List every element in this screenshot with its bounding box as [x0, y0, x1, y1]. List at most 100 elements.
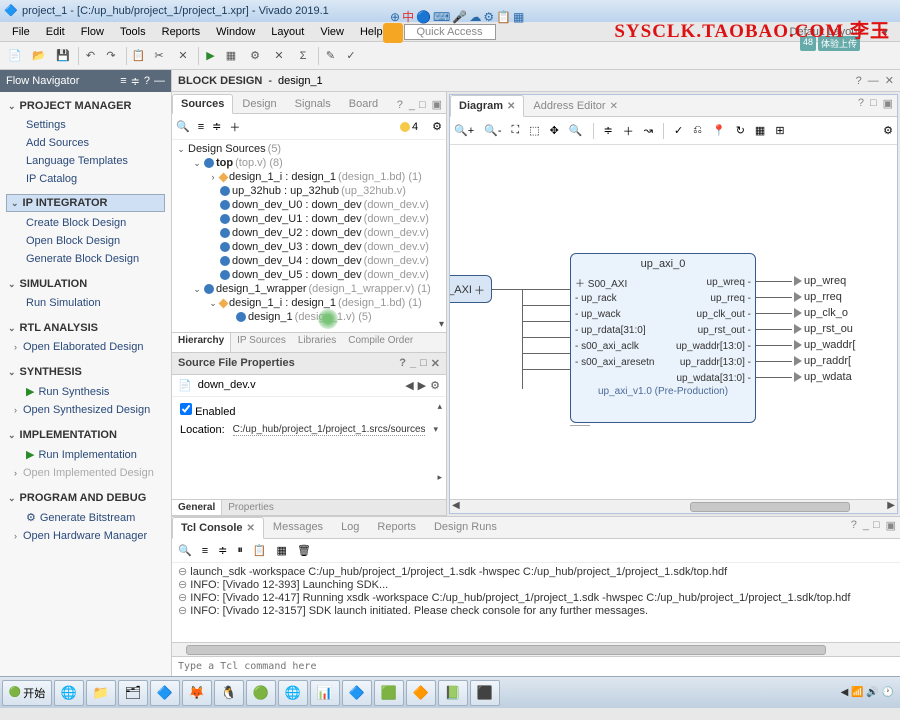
tab-design-runs[interactable]: Design Runs — [425, 517, 506, 539]
port-right[interactable]: up_clk_out - — [663, 306, 755, 322]
menu-window[interactable]: Window — [208, 26, 263, 38]
tree-row[interactable]: design_1 (design_1.v) (5) — [172, 310, 446, 324]
fn-section-header[interactable]: ⌄IP INTEGRATOR — [6, 194, 165, 212]
align-icon[interactable]: ≑ — [604, 124, 613, 137]
copy-button[interactable]: 📋 — [126, 47, 144, 65]
tab-address-editor[interactable]: Address Editor✕ — [524, 95, 627, 117]
redo-button[interactable]: ↷ — [102, 47, 120, 65]
taskbar-app[interactable]: 🔷 — [342, 680, 372, 706]
port-right[interactable]: up_wreq - — [663, 274, 755, 290]
fn-item[interactable]: ›Open Hardware Manager — [2, 527, 169, 545]
port-left[interactable]: - up_rack — [571, 290, 663, 306]
external-port[interactable]: up_clk_o — [794, 307, 848, 319]
fn-item[interactable]: ›Open Elaborated Design — [2, 338, 169, 356]
tree-row[interactable]: ⌄design_1_wrapper (design_1_wrapper.v) (… — [172, 282, 446, 296]
zoom-out-icon[interactable]: 🔍- — [484, 124, 501, 137]
system-tray[interactable]: ◀ 📶 🔊 🕐 — [841, 687, 898, 698]
fn-section-header[interactable]: ⌄PROJECT MANAGER — [2, 96, 169, 116]
run-button[interactable]: ▶ — [198, 47, 216, 65]
close-icon[interactable]: ▣ — [879, 95, 897, 116]
port-left[interactable]: - s00_axi_aclk — [571, 338, 663, 354]
tcl-prompt-input[interactable] — [172, 657, 900, 676]
highlight-button[interactable]: ✎ — [318, 47, 336, 65]
stop-button[interactable]: ▦ — [222, 47, 240, 65]
summary-button[interactable]: Σ — [294, 47, 312, 65]
external-port[interactable]: up_raddr[ — [794, 355, 851, 367]
subtab-libraries[interactable]: Libraries — [292, 333, 342, 352]
search-icon[interactable]: 🔍 — [176, 120, 190, 133]
subtab-general[interactable]: General — [172, 500, 222, 515]
cut-button[interactable]: ✂ — [150, 47, 168, 65]
external-port[interactable]: up_waddr[ — [794, 339, 855, 351]
tab-diagram[interactable]: Diagram✕ — [450, 95, 524, 117]
minimize-icon[interactable]: — — [868, 75, 879, 87]
taskbar-app[interactable]: 🌐 — [278, 680, 308, 706]
location-field[interactable] — [233, 424, 426, 436]
menu-reports[interactable]: Reports — [154, 26, 209, 38]
tree-row[interactable]: ⌄design_1_i : design_1 (design_1.bd) (1) — [172, 296, 446, 310]
close-icon[interactable]: ✕ — [431, 357, 440, 370]
pan-icon[interactable]: ✥ — [550, 124, 559, 137]
external-port[interactable]: up_wreq — [794, 275, 846, 287]
menu-flow[interactable]: Flow — [73, 26, 112, 38]
fn-item[interactable]: Create Block Design — [2, 214, 169, 232]
regenerate-icon[interactable]: ⎌ — [693, 124, 702, 137]
tab-design[interactable]: Design — [233, 94, 285, 114]
port-right[interactable]: up_wdata[31:0] - — [663, 370, 755, 386]
search-icon[interactable]: 🔍 — [178, 544, 192, 557]
taskbar-app[interactable]: 🌐 — [54, 680, 84, 706]
undo-button[interactable]: ↶ — [78, 47, 96, 65]
tree-row[interactable]: up_32hub : up_32hub (up_32hub.v) — [172, 184, 446, 198]
gear-icon[interactable]: ⚙ — [883, 124, 893, 137]
port-right[interactable]: up_rreq - — [663, 290, 755, 306]
port-right[interactable]: up_raddr[13:0] - — [663, 354, 755, 370]
fn-item[interactable]: ›Open Synthesized Design — [2, 401, 169, 419]
tcl-console-output[interactable]: ⊖ launch_sdk -workspace C:/up_hub/projec… — [172, 563, 900, 642]
collapse-icon[interactable]: ≑ — [212, 120, 221, 133]
menu-view[interactable]: View — [312, 26, 352, 38]
select-icon[interactable]: ⬚ — [529, 124, 539, 137]
dropdown-icon[interactable]: ▾ — [433, 424, 438, 436]
taskbar-app[interactable]: 🐧 — [214, 680, 244, 706]
gear-icon[interactable]: ⚙ — [432, 120, 442, 133]
tree-row[interactable]: down_dev_U4 : down_dev (down_dev.v) — [172, 254, 446, 268]
minimize-icon[interactable]: _ — [861, 517, 871, 538]
tab-reports[interactable]: Reports — [368, 517, 425, 539]
warning-count[interactable]: 4 — [412, 121, 418, 133]
taskbar-app[interactable]: ⬛ — [470, 680, 500, 706]
fn-item[interactable]: Language Templates — [2, 152, 169, 170]
fn-section-header[interactable]: ⌄SYNTHESIS — [2, 362, 169, 382]
menu-edit[interactable]: Edit — [38, 26, 73, 38]
pin-icon[interactable]: 📍 — [712, 124, 726, 137]
help-icon[interactable]: ? — [847, 517, 861, 538]
new-button[interactable]: 📄 — [6, 47, 24, 65]
external-port[interactable]: up_rst_ou — [794, 323, 853, 335]
tree-row[interactable]: down_dev_U2 : down_dev (down_dev.v) — [172, 226, 446, 240]
fn-item[interactable]: ›Open Implemented Design — [2, 464, 169, 482]
tab-signals[interactable]: Signals — [286, 94, 340, 114]
taskbar-app[interactable]: 📊 — [310, 680, 340, 706]
search-icon[interactable]: 🔍 — [569, 124, 583, 137]
open-button[interactable]: 📂 — [30, 47, 48, 65]
port-right[interactable]: up_rst_out - — [663, 322, 755, 338]
fn-item[interactable]: Run Simulation — [2, 294, 169, 312]
validate-icon[interactable]: ✓ — [674, 124, 683, 137]
enabled-checkbox[interactable]: Enabled — [180, 406, 235, 418]
cancel-button[interactable]: ✕ — [270, 47, 288, 65]
taskbar-app[interactable]: 📁 — [86, 680, 116, 706]
scroll-up-icon[interactable]: ▴ — [437, 401, 442, 412]
help-icon[interactable]: ? — [854, 95, 868, 116]
fn-item[interactable]: ▶Run Synthesis — [2, 382, 169, 401]
taskbar-app[interactable]: 🟩 — [374, 680, 404, 706]
taskbar-app[interactable]: 📗 — [438, 680, 468, 706]
tab-log[interactable]: Log — [332, 517, 368, 539]
external-port[interactable]: up_rreq — [794, 291, 842, 303]
maximize-icon[interactable]: □ — [420, 357, 427, 370]
close-icon[interactable]: ▣ — [428, 96, 446, 113]
tab-sources[interactable]: Sources — [172, 94, 233, 114]
taskbar-app[interactable]: 🟢 — [246, 680, 276, 706]
filter-icon[interactable]: ≡ — [202, 545, 208, 557]
fn-section-header[interactable]: ⌄SIMULATION — [2, 274, 169, 294]
group-icon[interactable]: ⊞ — [775, 124, 784, 137]
connect-icon[interactable]: ↝ — [644, 124, 653, 137]
